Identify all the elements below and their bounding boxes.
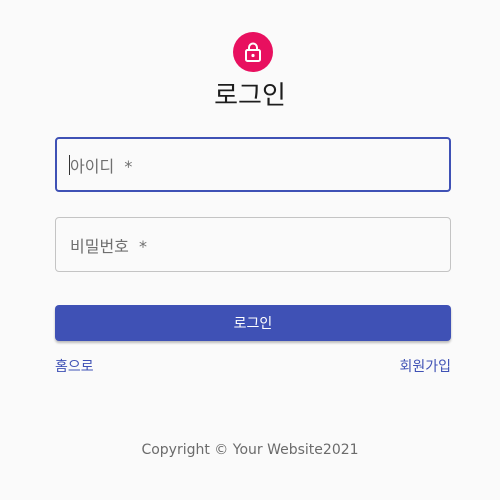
password-field-label: 비밀번호 * bbox=[70, 236, 148, 256]
id-field[interactable]: 아이디 * bbox=[55, 137, 451, 192]
signup-link[interactable]: 회원가입 bbox=[399, 357, 451, 377]
login-button[interactable]: 로그인 bbox=[55, 305, 451, 341]
lock-avatar bbox=[233, 32, 273, 72]
page-title: 로그인 bbox=[214, 81, 286, 111]
id-field-label: 아이디 * bbox=[70, 156, 133, 176]
lock-icon bbox=[245, 42, 261, 62]
password-field[interactable]: 비밀번호 * bbox=[55, 217, 451, 272]
copyright-text: Copyright © Your Website2021 bbox=[141, 442, 359, 458]
home-link[interactable]: 홈으로 bbox=[55, 357, 94, 377]
